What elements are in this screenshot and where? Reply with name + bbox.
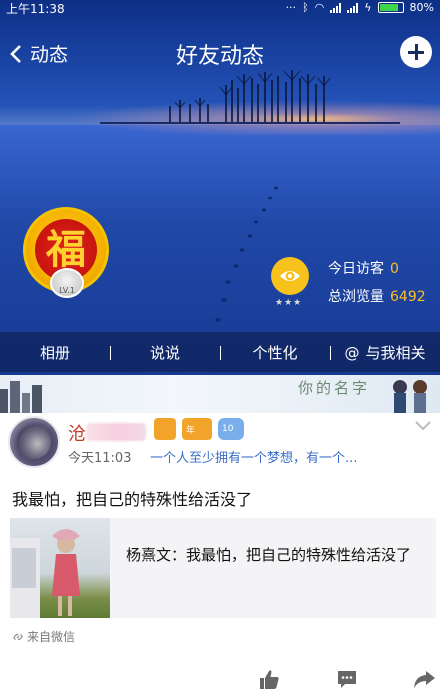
tab-moments[interactable]: 说说 [110,342,220,363]
level-badge: LV.1 [50,268,84,298]
bluetooth-icon: ᛒ [302,1,309,14]
status-time: 上午11:38 [6,2,65,16]
share-icon[interactable] [412,668,436,690]
at-icon: @ [344,343,360,362]
charging-icon: ϟ [364,1,372,14]
profile-avatar[interactable]: 福 LV.1 [23,207,109,298]
tab-related-label: 与我相关 [365,343,426,362]
shared-thumbnail [10,518,110,618]
vip-badge[interactable] [154,418,176,440]
shared-text: 杨熹文：我最怕，把自己的特殊性给活没了 [126,546,412,564]
level-crown-badge[interactable]: 10 [218,418,244,440]
like-icon[interactable] [258,668,280,690]
nav-bar: 动态 好友动态 [0,30,440,74]
post-source: 来自微信 [12,628,75,645]
anime-figures [393,380,427,413]
add-button[interactable] [400,36,432,68]
profile-tabs: 相册 说说 个性化 @ 与我相关 [0,332,440,372]
star-rating: ★★★ [275,298,303,308]
dots-icon: ··· [285,1,297,14]
name-blur [86,423,146,441]
link-icon [13,633,23,640]
post-text: 我最怕，把自己的特殊性给活没了 [12,490,253,509]
badge-row: 年 10 [154,418,244,440]
year-badge[interactable]: 年 [182,418,212,440]
today-visitors-count: 0 [390,261,399,277]
tab-album[interactable]: 相册 [0,342,110,363]
chevron-down-icon[interactable] [414,420,432,432]
post-actions [0,668,440,700]
status-bar: 上午11:38 ··· ᛒ ◠ ϟ 80% [0,0,440,16]
eye-icon [280,271,300,281]
source-label: 来自微信 [27,630,76,644]
total-views-count: 6492 [390,289,426,305]
battery-icon [377,2,404,13]
city-skyline [0,381,42,413]
tab-related-to-me[interactable]: @ 与我相关 [330,342,440,363]
signal-icon [330,2,342,13]
today-visitors-label: 今日访客 [328,261,384,277]
poster-avatar[interactable] [8,416,60,468]
wifi-icon: ◠ [314,1,325,14]
poster-name[interactable]: 沧 [68,420,86,446]
shared-article-card[interactable]: 杨熹文：我最怕，把自己的特殊性给活没了 [10,518,436,618]
comment-icon[interactable] [336,668,358,690]
tab-personalize[interactable]: 个性化 [220,342,330,363]
page-title: 好友动态 [175,44,264,69]
post-header-banner: 你的名字 [0,375,440,413]
battery-percent: 80% [409,1,434,14]
visitor-button[interactable] [271,257,309,295]
signal-2-icon [347,2,359,13]
total-views-label: 总浏览量 [328,289,384,305]
post-time: 今天11:03 [68,451,132,466]
poster-signature[interactable]: 一个人至少拥有一个梦想，有一个... [150,447,357,466]
total-views[interactable]: 总浏览量 6492 [328,286,426,306]
banner-text: 你的名字 [298,379,371,397]
today-visitors[interactable]: 今日访客 0 [328,258,399,278]
